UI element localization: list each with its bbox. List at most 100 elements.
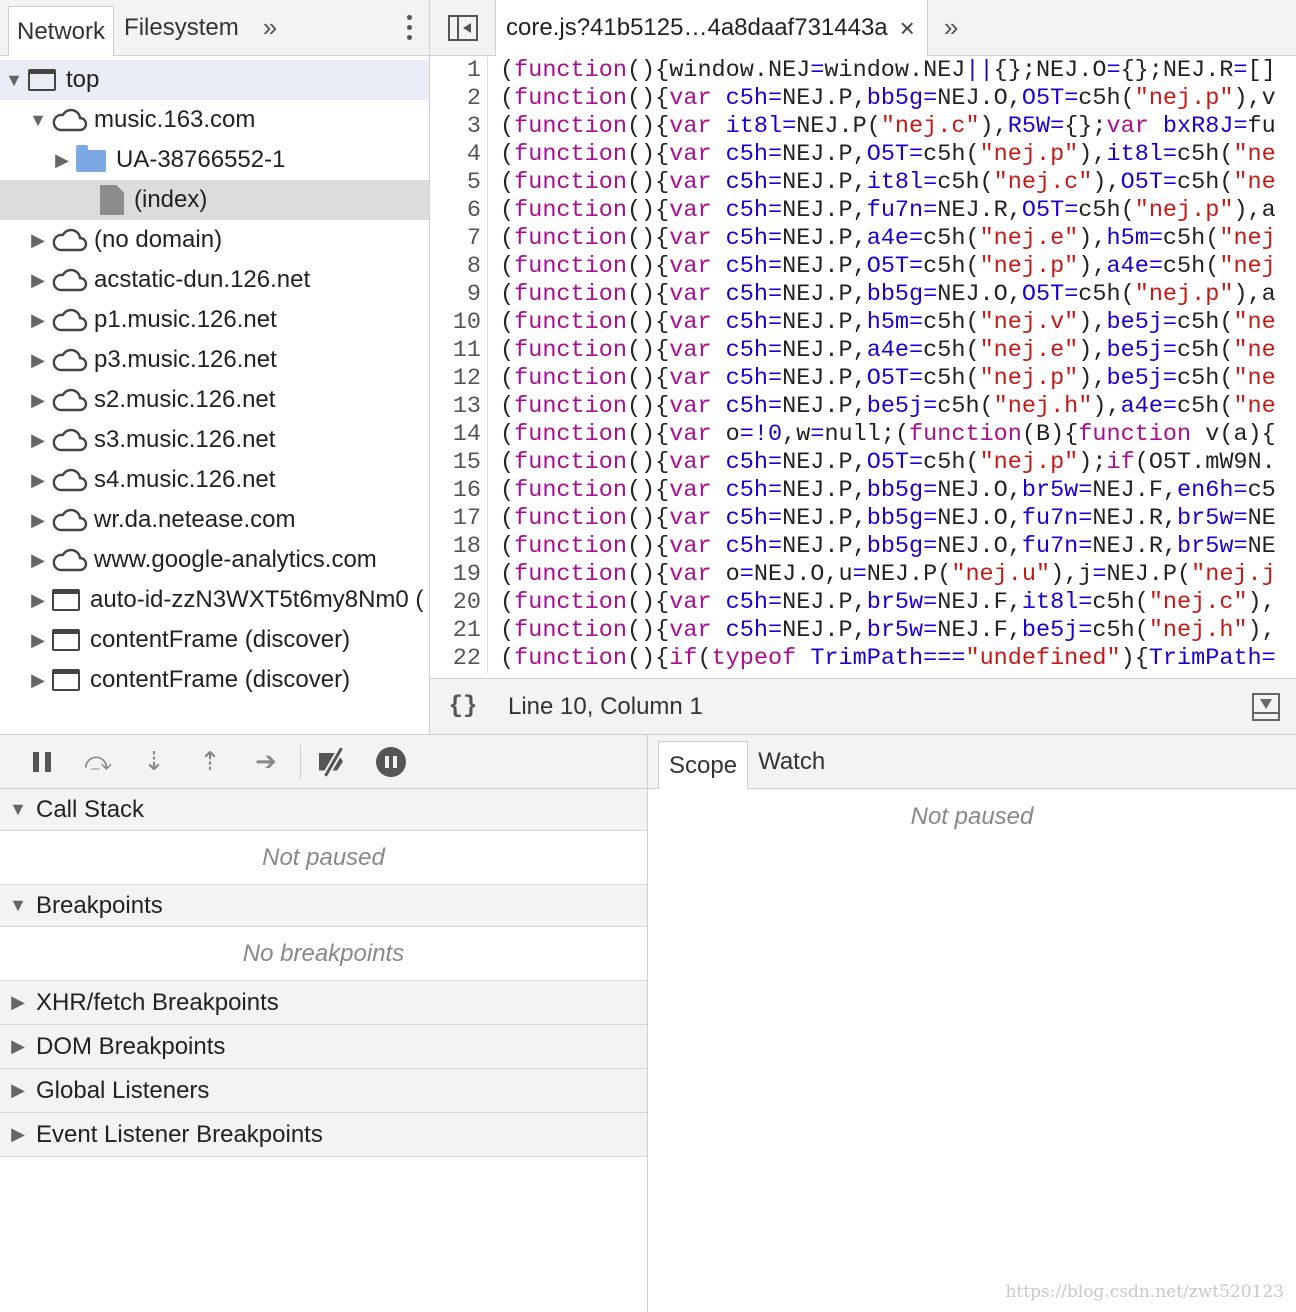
code-line[interactable]: 9 (function(){var c5h=NEJ.P,bb5g=NEJ.O,O5… (430, 281, 1296, 309)
more-editor-tabs-chevron-icon[interactable]: » (928, 0, 970, 55)
expanded-triangle-icon[interactable]: ▼ (28, 110, 48, 131)
pause-on-exceptions-button[interactable] (363, 735, 419, 789)
collapsed-triangle-icon[interactable]: ▶ (28, 470, 48, 491)
line-number[interactable]: 9 (430, 281, 488, 309)
code-view[interactable]: 1 (function(){window.NEJ=window.NEJ||{};N… (430, 57, 1296, 677)
tree-item[interactable]: (index) (0, 180, 429, 220)
tree-item[interactable]: ▶ www.google-analytics.com (0, 540, 429, 580)
line-number[interactable]: 6 (430, 197, 488, 225)
collapsed-triangle-icon[interactable]: ▶ (28, 390, 48, 411)
tab-network[interactable]: Network (8, 6, 115, 56)
tree-item[interactable]: ▶ auto-id-zzN3WXT5t6my8Nm0 ( (0, 580, 429, 620)
toggle-debugger-sidebar-icon[interactable] (1252, 693, 1280, 721)
line-number[interactable]: 15 (430, 449, 488, 477)
code-line[interactable]: 17 (function(){var c5h=NEJ.P,bb5g=NEJ.O,f… (430, 505, 1296, 533)
code-line[interactable]: 1 (function(){window.NEJ=window.NEJ||{};N… (430, 57, 1296, 85)
tree-item[interactable]: ▶ s4.music.126.net (0, 460, 429, 500)
collapsed-triangle-icon[interactable]: ▶ (28, 430, 48, 451)
step-out-button[interactable]: ⇡ (182, 735, 238, 789)
tab-scope[interactable]: Scope (658, 741, 749, 789)
tree-item[interactable]: ▶ contentFrame (discover) (0, 660, 429, 700)
navigator-menu-icon[interactable] (389, 0, 429, 55)
collapsed-triangle-icon[interactable]: ▶ (28, 350, 48, 371)
tree-item[interactable]: ▼ music.163.com (0, 100, 429, 140)
code-line[interactable]: 18 (function(){var c5h=NEJ.P,bb5g=NEJ.O,f… (430, 533, 1296, 561)
line-number[interactable]: 19 (430, 561, 488, 589)
section-header-global-listeners[interactable]: ▶ Global Listeners (0, 1069, 647, 1113)
collapsed-triangle-icon[interactable]: ▶ (28, 270, 48, 291)
tree-item[interactable]: ▶ s3.music.126.net (0, 420, 429, 460)
code-line[interactable]: 19 (function(){var o=NEJ.O,u=NEJ.P("nej.u… (430, 561, 1296, 589)
line-number[interactable]: 16 (430, 477, 488, 505)
collapsed-triangle-icon[interactable]: ▶ (28, 510, 48, 531)
code-line[interactable]: 3 (function(){var it8l=NEJ.P("nej.c"),R5W… (430, 113, 1296, 141)
line-number[interactable]: 21 (430, 617, 488, 645)
section-header-event-listener-breakpoints[interactable]: ▶ Event Listener Breakpoints (0, 1113, 647, 1157)
line-number[interactable]: 22 (430, 645, 488, 673)
line-number[interactable]: 4 (430, 141, 488, 169)
code-line[interactable]: 15 (function(){var c5h=NEJ.P,O5T=c5h("nej… (430, 449, 1296, 477)
expanded-triangle-icon[interactable]: ▼ (4, 70, 24, 91)
line-number[interactable]: 13 (430, 393, 488, 421)
close-icon[interactable]: × (900, 13, 915, 44)
line-number[interactable]: 2 (430, 85, 488, 113)
toggle-navigator-button[interactable] (430, 0, 496, 55)
code-line[interactable]: 22 (function(){if(typeof TrimPath==="unde… (430, 645, 1296, 673)
section-header-xhr-fetch-breakpoints[interactable]: ▶ XHR/fetch Breakpoints (0, 981, 647, 1025)
collapsed-triangle-icon[interactable]: ▶ (28, 670, 48, 691)
code-line[interactable]: 21 (function(){var c5h=NEJ.P,br5w=NEJ.F,b… (430, 617, 1296, 645)
line-number[interactable]: 5 (430, 169, 488, 197)
tree-item[interactable]: ▶ contentFrame (discover) (0, 620, 429, 660)
tab-watch[interactable]: Watch (748, 735, 835, 788)
code-line[interactable]: 10 (function(){var c5h=NEJ.P,h5m=c5h("nej… (430, 309, 1296, 337)
code-line[interactable]: 11 (function(){var c5h=NEJ.P,a4e=c5h("nej… (430, 337, 1296, 365)
step-into-button[interactable]: ⇣ (126, 735, 182, 789)
tree-item[interactable]: ▶ wr.da.netease.com (0, 500, 429, 540)
collapsed-triangle-icon[interactable]: ▶ (28, 590, 48, 611)
more-tabs-chevron-icon[interactable]: » (249, 0, 287, 55)
section-header-breakpoints[interactable]: ▼ Breakpoints (0, 885, 647, 927)
code-line[interactable]: 7 (function(){var c5h=NEJ.P,a4e=c5h("nej.… (430, 225, 1296, 253)
step-button[interactable]: ➔ (238, 735, 294, 789)
editor-file-tab[interactable]: core.js?41b5125…4a8daaf731443a × (496, 0, 928, 56)
line-number[interactable]: 17 (430, 505, 488, 533)
code-line[interactable]: 4 (function(){var c5h=NEJ.P,O5T=c5h("nej.… (430, 141, 1296, 169)
collapsed-triangle-icon[interactable]: ▶ (28, 230, 48, 251)
code-line[interactable]: 2 (function(){var c5h=NEJ.P,bb5g=NEJ.O,O5… (430, 85, 1296, 113)
tree-item[interactable]: ▶ (no domain) (0, 220, 429, 260)
section-header-dom-breakpoints[interactable]: ▶ DOM Breakpoints (0, 1025, 647, 1069)
line-number[interactable]: 11 (430, 337, 488, 365)
code-line[interactable]: 16 (function(){var c5h=NEJ.P,bb5g=NEJ.O,b… (430, 477, 1296, 505)
collapsed-triangle-icon[interactable]: ▶ (28, 310, 48, 331)
step-over-button[interactable]: ⤼ (70, 735, 126, 789)
collapsed-triangle-icon[interactable]: ▶ (28, 630, 48, 651)
tree-item[interactable]: ▼ top (0, 60, 429, 100)
line-number[interactable]: 8 (430, 253, 488, 281)
code-line[interactable]: 5 (function(){var c5h=NEJ.P,it8l=c5h("nej… (430, 169, 1296, 197)
code-line[interactable]: 8 (function(){var c5h=NEJ.P,O5T=c5h("nej.… (430, 253, 1296, 281)
tab-filesystem[interactable]: Filesystem (114, 0, 249, 55)
collapsed-triangle-icon[interactable]: ▶ (28, 550, 48, 571)
line-number[interactable]: 7 (430, 225, 488, 253)
line-number[interactable]: 12 (430, 365, 488, 393)
code-line[interactable]: 6 (function(){var c5h=NEJ.P,fu7n=NEJ.R,O5… (430, 197, 1296, 225)
line-number[interactable]: 1 (430, 57, 488, 85)
code-line[interactable]: 14 (function(){var o=!0,w=null;(function(… (430, 421, 1296, 449)
deactivate-breakpoints-button[interactable] (307, 735, 363, 789)
tree-item[interactable]: ▶ UA-38766552-1 (0, 140, 429, 180)
tree-item[interactable]: ▶ acstatic-dun.126.net (0, 260, 429, 300)
line-number[interactable]: 14 (430, 421, 488, 449)
pause-button[interactable] (14, 735, 70, 789)
tree-item[interactable]: ▶ p1.music.126.net (0, 300, 429, 340)
section-header-call-stack[interactable]: ▼ Call Stack (0, 789, 647, 831)
tree-item[interactable]: ▶ p3.music.126.net (0, 340, 429, 380)
line-number[interactable]: 10 (430, 309, 488, 337)
line-number[interactable]: 18 (430, 533, 488, 561)
pretty-print-button[interactable]: {} (430, 693, 496, 720)
collapsed-triangle-icon[interactable]: ▶ (52, 150, 72, 171)
line-number[interactable]: 20 (430, 589, 488, 617)
tree-item[interactable]: ▶ s2.music.126.net (0, 380, 429, 420)
code-line[interactable]: 13 (function(){var c5h=NEJ.P,be5j=c5h("ne… (430, 393, 1296, 421)
line-number[interactable]: 3 (430, 113, 488, 141)
code-line[interactable]: 12 (function(){var c5h=NEJ.P,O5T=c5h("nej… (430, 365, 1296, 393)
